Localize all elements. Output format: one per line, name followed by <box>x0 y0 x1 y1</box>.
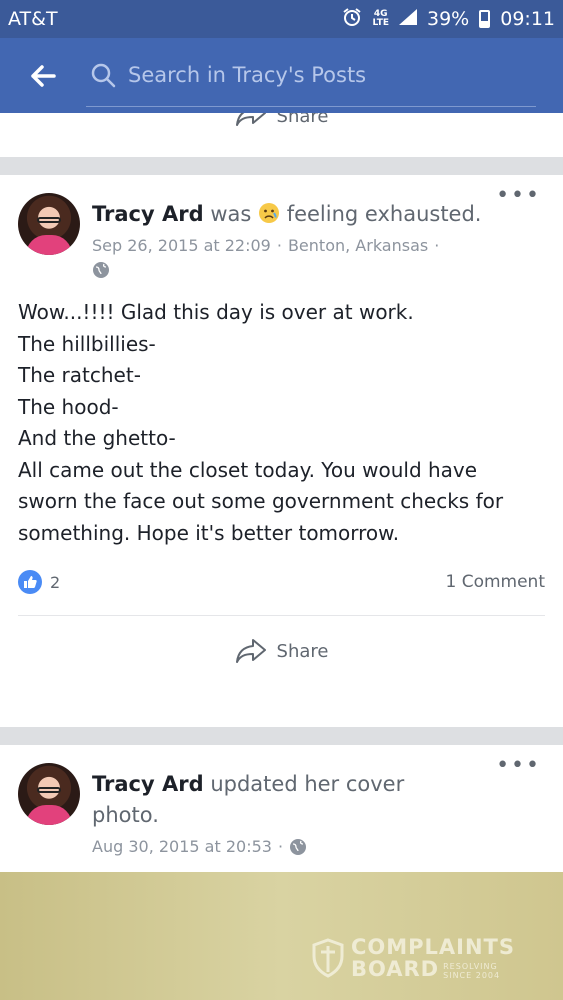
post-text-line: The ratchet- <box>18 363 141 387</box>
watermark-line2: BOARD <box>350 957 440 981</box>
watermark-text: COMPLAINTS BOARD RESOLVING SINCE 2004 <box>351 936 515 980</box>
share-icon <box>235 639 266 663</box>
post-location[interactable]: Benton, Arkansas <box>288 236 428 255</box>
post-timestamp[interactable]: Aug 30, 2015 at 20:53 <box>92 837 272 856</box>
like-count[interactable]: 2 <box>50 573 60 592</box>
post-text-line: sworn the face out some government check… <box>18 489 504 513</box>
post-timestamp[interactable]: Sep 26, 2015 at 22:09 <box>92 236 271 255</box>
post-text-line: All came out the closet today. You would… <box>18 457 478 482</box>
share-label: Share <box>276 640 329 662</box>
globe-icon <box>93 262 109 278</box>
alarm-icon <box>342 7 362 32</box>
post-card: Tracy Ard updated her cover photo. Aug 3… <box>0 745 563 872</box>
comment-count[interactable]: 1 Comment <box>445 572 545 592</box>
share-icon <box>235 113 266 126</box>
watermark: COMPLAINTS BOARD RESOLVING SINCE 2004 <box>311 936 515 980</box>
avatar[interactable] <box>18 763 80 825</box>
post-subline: Sep 26, 2015 at 22:09 · Benton, Arkansas… <box>92 236 545 255</box>
share-button[interactable]: Share <box>0 616 563 686</box>
more-options-button[interactable]: ••• <box>496 183 541 208</box>
search-icon <box>90 62 116 88</box>
battery-percent: 39% <box>427 8 470 30</box>
like-reaction-icon[interactable] <box>18 570 42 594</box>
post-meta: Tracy Ard was feeling exhausted. Sep 26,… <box>92 193 545 283</box>
post-text-line: And the ghetto- <box>18 426 176 450</box>
watermark-line2-row: BOARD RESOLVING SINCE 2004 <box>351 958 515 980</box>
post-text-line: Wow...!!!! Glad this day is over at work… <box>18 300 414 324</box>
post-body: Wow...!!!! Glad this day is over at work… <box>0 297 563 549</box>
cover-photo[interactable]: COMPLAINTS BOARD RESOLVING SINCE 2004 <box>0 872 563 1000</box>
reactions-row: 2 1 Comment <box>0 561 563 603</box>
lte-icon: 4G LTE <box>372 9 389 28</box>
battery-icon <box>479 10 491 28</box>
post-text-line: The hillbillies- <box>18 331 156 356</box>
action-prefix: was <box>210 202 252 226</box>
post-subline: Aug 30, 2015 at 20:53 · <box>92 837 545 856</box>
separator-dot: · <box>277 837 284 856</box>
privacy-icon-wrap <box>92 261 545 283</box>
signal-icon <box>399 8 417 30</box>
globe-icon <box>290 838 307 855</box>
shield-icon <box>312 938 344 978</box>
post-text-line: something. Hope it's better tomorrow. <box>18 520 400 545</box>
watermark-tag1: RESOLVING <box>443 962 498 971</box>
feeling-text: feeling exhausted. <box>286 202 482 226</box>
watermark-tagline: RESOLVING SINCE 2004 <box>443 962 500 980</box>
watermark-line1: COMPLAINTS <box>350 935 515 959</box>
avatar[interactable] <box>18 193 80 255</box>
more-options-button[interactable]: ••• <box>496 753 541 778</box>
post-meta: Tracy Ard updated her cover photo. Aug 3… <box>92 763 545 856</box>
watermark-tag2: SINCE 2004 <box>443 971 501 980</box>
status-icons: 4G LTE 39% 09:11 <box>342 7 555 32</box>
post-headline: Tracy Ard updated her cover photo. <box>92 769 545 831</box>
post-header: Tracy Ard updated her cover photo. Aug 3… <box>0 745 563 856</box>
post-card: Tracy Ard was feeling exhausted. Sep 26,… <box>0 175 563 727</box>
search-input[interactable]: Search in Tracy's Posts <box>86 45 536 107</box>
post-header: Tracy Ard was feeling exhausted. Sep 26,… <box>0 175 563 283</box>
share-button[interactable]: Share <box>0 113 563 127</box>
back-arrow-icon <box>31 64 56 87</box>
post-headline: Tracy Ard was feeling exhausted. <box>92 199 545 230</box>
search-placeholder: Search in Tracy's Posts <box>128 63 367 87</box>
clock-time: 09:11 <box>500 8 555 30</box>
carrier-label: AT&T <box>8 8 58 30</box>
back-button[interactable] <box>0 38 86 113</box>
status-bar: AT&T 4G LTE 39% 09:11 <box>0 0 563 38</box>
search-header: Search in Tracy's Posts <box>0 38 563 113</box>
separator-dot: · <box>276 236 282 255</box>
post-text-line: The hood- <box>18 394 119 419</box>
author-name[interactable]: Tracy Ard <box>92 772 204 796</box>
separator-dot: · <box>434 236 440 255</box>
feeling-emoji-icon <box>258 202 287 226</box>
previous-post-card: Share <box>0 113 563 157</box>
share-label: Share <box>276 113 329 127</box>
author-name[interactable]: Tracy Ard <box>92 202 204 226</box>
